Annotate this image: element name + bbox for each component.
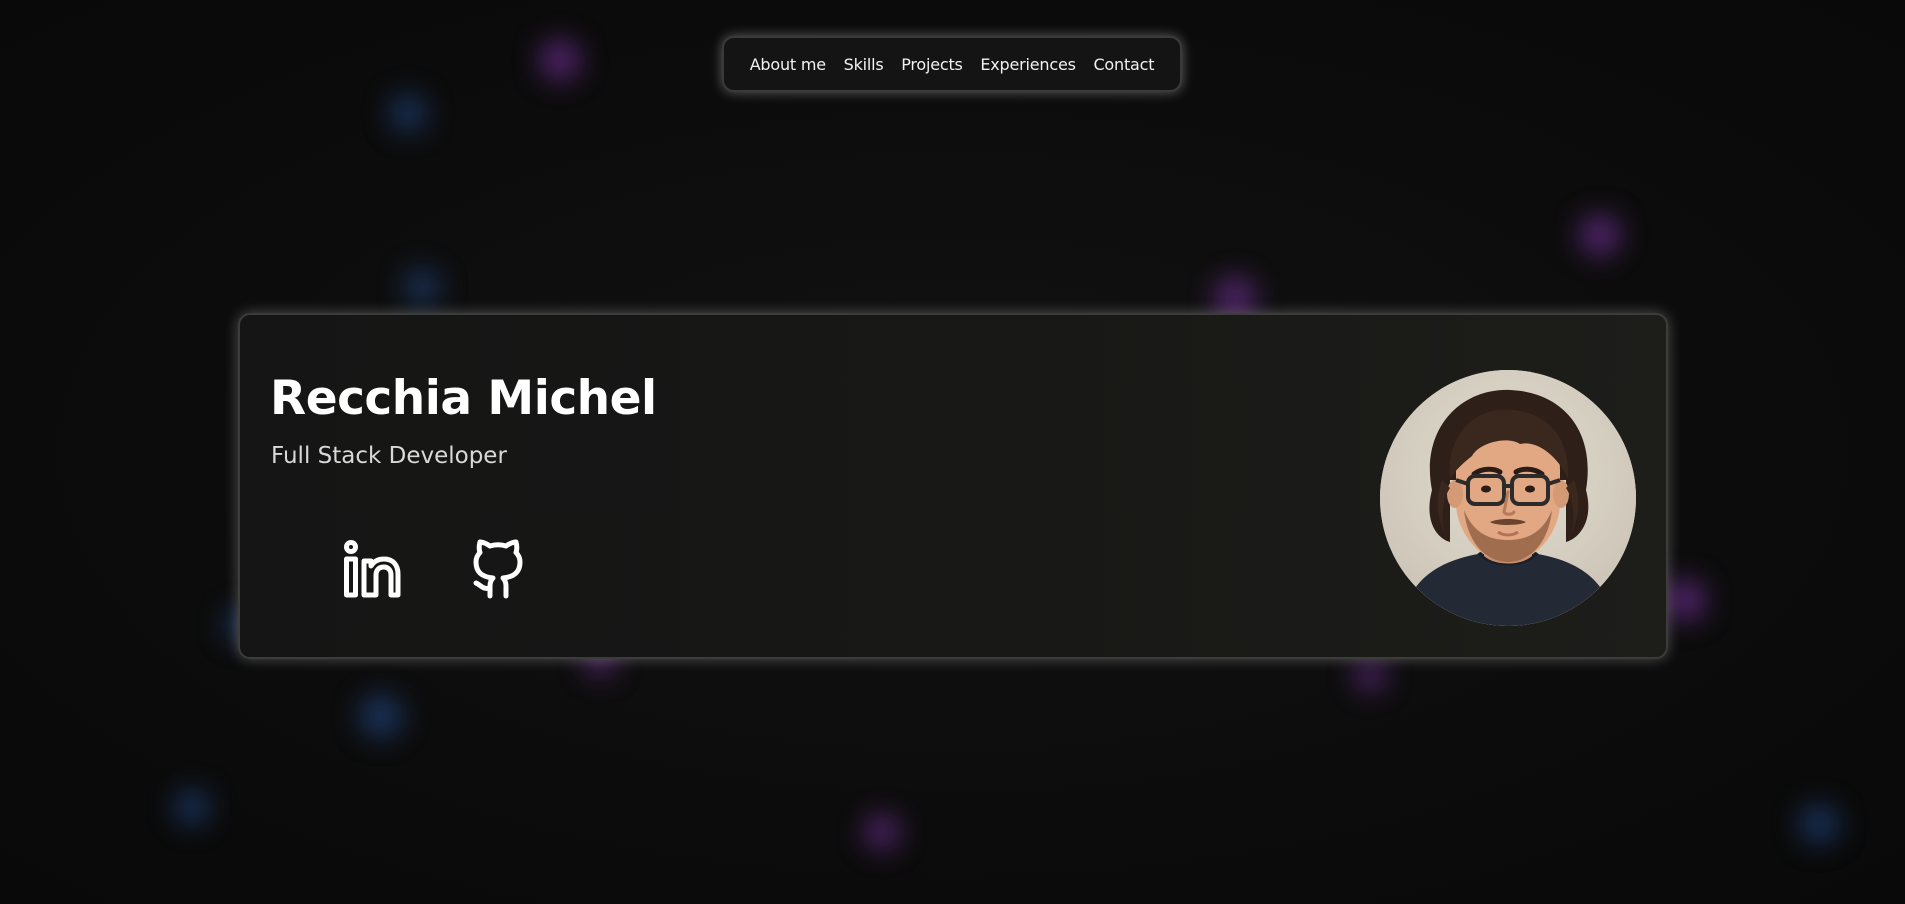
nav-item-experiences[interactable]: Experiences	[980, 55, 1076, 74]
nav-item-projects[interactable]: Projects	[901, 55, 963, 74]
nav-item-skills[interactable]: Skills	[844, 55, 884, 74]
nav-item-contact[interactable]: Contact	[1093, 55, 1154, 74]
bg-glow	[865, 815, 899, 849]
avatar	[1380, 370, 1636, 626]
bg-glow	[390, 95, 426, 131]
bg-glow	[1580, 215, 1620, 255]
bg-glow	[1355, 660, 1385, 690]
linkedin-icon	[344, 540, 401, 598]
bg-glow	[1665, 580, 1705, 620]
linkedin-link[interactable]	[340, 537, 404, 601]
hero-card: Recchia Michel Full Stack Developer	[238, 313, 1668, 659]
github-link[interactable]	[466, 537, 530, 601]
bg-glow	[405, 270, 439, 304]
hero-role: Full Stack Developer	[271, 443, 507, 469]
bg-glow	[1215, 278, 1255, 318]
bg-glow	[360, 695, 402, 737]
profile-portrait-icon	[1380, 370, 1636, 626]
page: About me Skills Projects Experiences Con…	[0, 0, 1905, 904]
nav-item-about-me[interactable]: About me	[750, 55, 826, 74]
hero-name: Recchia Michel	[270, 371, 657, 426]
github-icon	[473, 539, 523, 599]
bg-glow	[1800, 805, 1838, 843]
top-nav: About me Skills Projects Experiences Con…	[722, 36, 1182, 92]
bg-glow	[540, 40, 580, 80]
bg-glow	[175, 790, 209, 824]
